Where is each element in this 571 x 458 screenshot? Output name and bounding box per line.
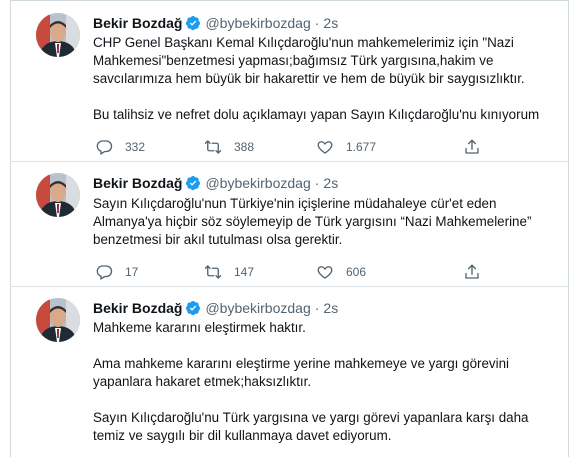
- avatar[interactable]: [36, 298, 80, 342]
- tweet-actions: 17 147 606: [95, 263, 495, 281]
- separator: ·: [314, 175, 320, 191]
- reply-count: 332: [125, 140, 146, 154]
- verified-icon: [185, 175, 201, 191]
- author-handle[interactable]: @bybekirbozdag: [205, 14, 310, 32]
- share-button[interactable]: [463, 138, 481, 156]
- timeline: Bekir Bozdağ @bybekirbozdag · 2s CHP Gen…: [10, 0, 569, 457]
- reply-icon: [95, 263, 113, 281]
- tweet-text: CHP Genel Başkanı Kemal Kılıçdaroğlu'nun…: [93, 34, 554, 124]
- tweet-paragraph: CHP Genel Başkanı Kemal Kılıçdaroğlu'nun…: [93, 35, 525, 86]
- like-button[interactable]: 606: [316, 263, 366, 281]
- retweet-count: 388: [234, 140, 255, 154]
- like-count: 606: [346, 265, 367, 279]
- verified-icon: [185, 15, 201, 31]
- author-name[interactable]: Bekir Bozdağ: [93, 299, 182, 317]
- heart-icon: [316, 263, 334, 281]
- like-button[interactable]: 1.677: [316, 138, 376, 156]
- retweet-icon: [204, 263, 222, 281]
- author-name[interactable]: Bekir Bozdağ: [93, 14, 182, 32]
- tweet-paragraph: Sayın Kılıçdaroğlu'nu Türk yargısına ve …: [93, 410, 529, 443]
- tweet-paragraph: Sayın Kılıçdaroğlu'nun Türkiye'nin içişl…: [93, 196, 532, 247]
- separator: ·: [314, 300, 320, 316]
- tweet-paragraph: Bu talihsiz ve nefret dolu açıklamayı ya…: [93, 107, 540, 122]
- share-icon: [463, 138, 481, 156]
- reply-button[interactable]: 17: [95, 263, 138, 281]
- separator: ·: [314, 15, 320, 31]
- reply-icon: [95, 138, 113, 156]
- tweet[interactable]: Bekir Bozdağ @bybekirbozdag · 2s Mahkeme…: [11, 287, 568, 458]
- heart-icon: [316, 138, 334, 156]
- author-handle[interactable]: @bybekirbozdag: [205, 174, 310, 192]
- reply-count: 17: [125, 265, 139, 279]
- retweet-icon: [204, 138, 222, 156]
- tweet-actions: 332 388 1.677: [95, 138, 495, 156]
- tweet-header: Bekir Bozdağ @bybekirbozdag · 2s: [93, 174, 558, 192]
- like-count: 1.677: [346, 140, 377, 154]
- tweet-text: Mahkeme kararını eleştirmek haktır. Ama …: [93, 319, 554, 445]
- retweet-button[interactable]: 147: [204, 263, 254, 281]
- share-icon: [463, 263, 481, 281]
- timestamp[interactable]: 2s: [323, 299, 338, 317]
- timestamp[interactable]: 2s: [323, 14, 338, 32]
- timestamp[interactable]: 2s: [323, 174, 338, 192]
- avatar[interactable]: [36, 13, 80, 57]
- tweet-paragraph: Mahkeme kararını eleştirmek haktır.: [93, 320, 306, 335]
- share-button[interactable]: [463, 263, 481, 281]
- tweet[interactable]: Bekir Bozdağ @bybekirbozdag · 2s Sayın K…: [11, 162, 568, 287]
- tweet-paragraph: Ama mahkeme kararını eleştirme yerine ma…: [93, 356, 510, 389]
- tweet-text: Sayın Kılıçdaroğlu'nun Türkiye'nin içişl…: [93, 195, 554, 249]
- retweet-button[interactable]: 388: [204, 138, 254, 156]
- author-name[interactable]: Bekir Bozdağ: [93, 174, 182, 192]
- tweet-header: Bekir Bozdağ @bybekirbozdag · 2s: [93, 14, 558, 32]
- reply-button[interactable]: 332: [95, 138, 145, 156]
- tweet[interactable]: Bekir Bozdağ @bybekirbozdag · 2s CHP Gen…: [11, 1, 568, 162]
- retweet-count: 147: [234, 265, 255, 279]
- author-handle[interactable]: @bybekirbozdag: [205, 299, 310, 317]
- verified-icon: [185, 300, 201, 316]
- tweet-header: Bekir Bozdağ @bybekirbozdag · 2s: [93, 299, 558, 317]
- avatar[interactable]: [36, 173, 80, 217]
